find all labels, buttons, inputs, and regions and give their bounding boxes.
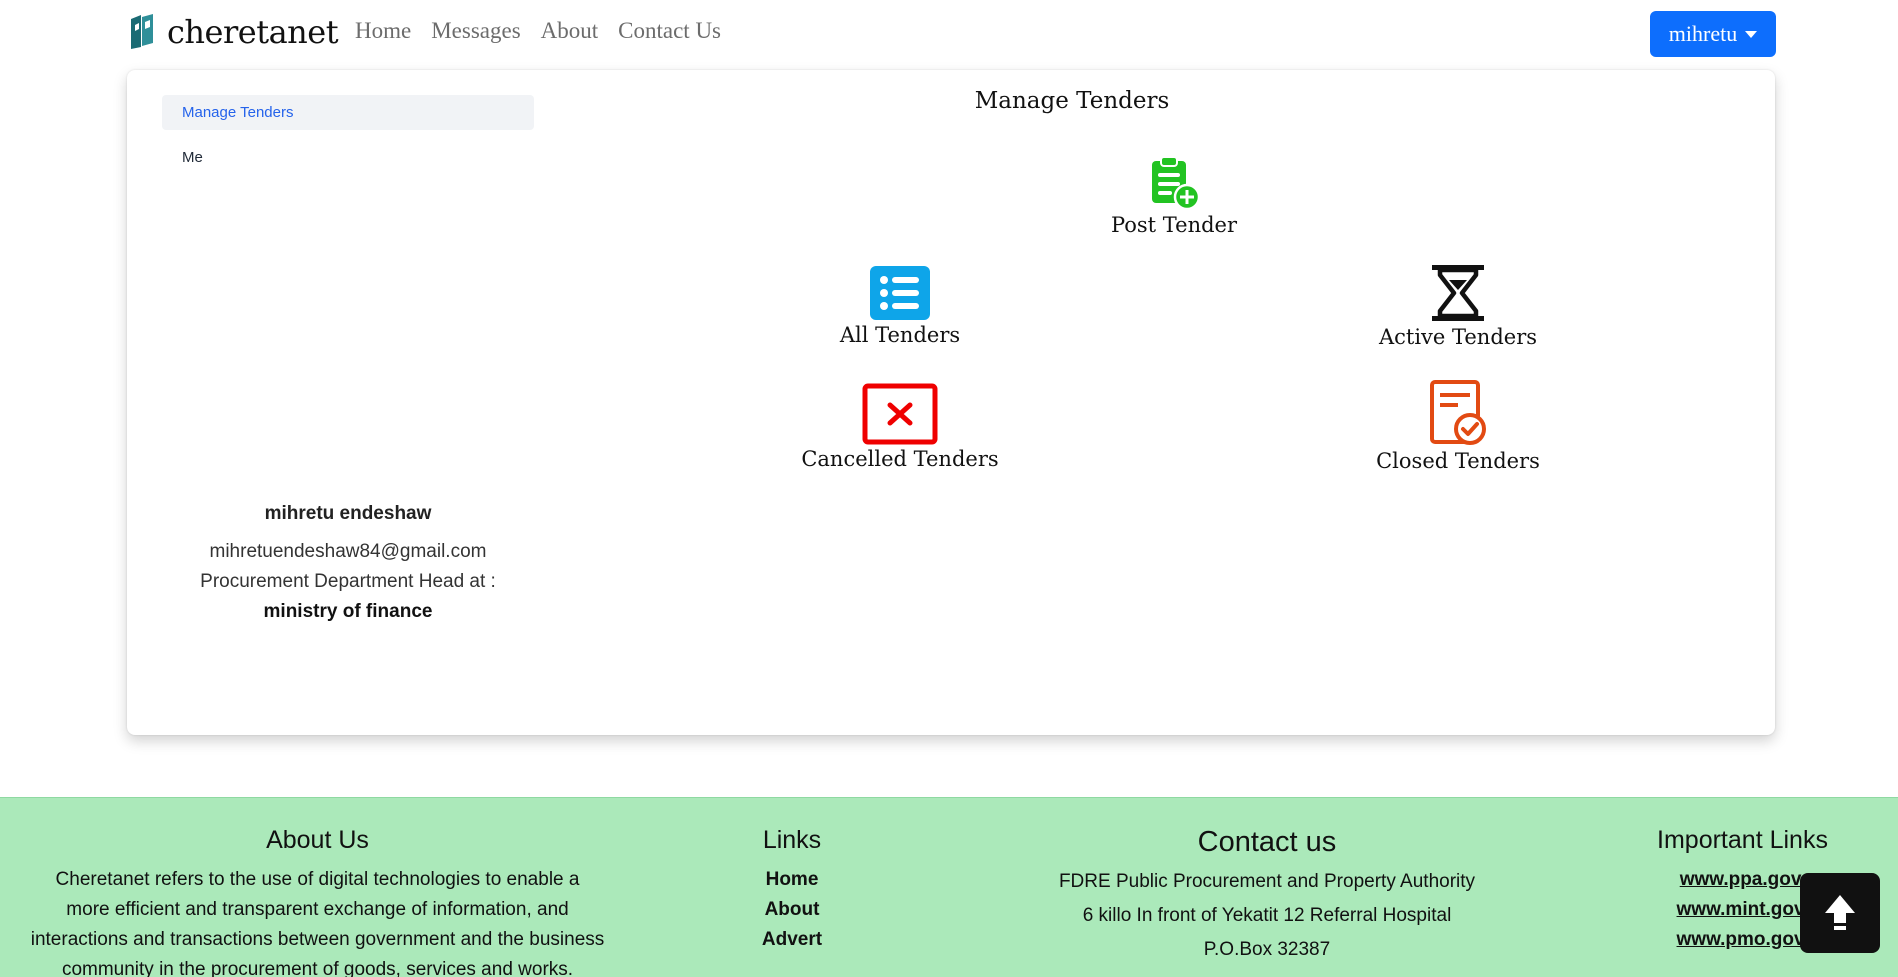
footer-important-title: Important Links — [1657, 826, 1828, 854]
user-name: mihretu — [1668, 21, 1738, 46]
scroll-to-top-button[interactable] — [1800, 873, 1880, 953]
cancelled-tenders-tile[interactable]: Cancelled Tenders — [775, 383, 1025, 471]
footer-about-title: About Us — [266, 826, 369, 854]
profile-name: mihretu endeshaw — [264, 503, 432, 524]
footer-about-line-1: Cheretanet refers to the use of digital … — [55, 869, 580, 890]
arrow-up-icon — [1825, 895, 1855, 930]
nav-contact[interactable]: Contact Us — [618, 18, 721, 44]
cancelled-tenders-label: Cancelled Tenders — [801, 447, 999, 471]
footer-links: Links Home About Advert — [692, 826, 892, 955]
footer-contact-line-1: FDRE Public Procurement and Property Aut… — [1058, 871, 1476, 892]
active-tenders-label: Active Tenders — [1378, 325, 1538, 349]
footer-contact-line-2: 6 killo In front of Yekatit 12 Referral … — [1082, 905, 1452, 926]
profile-role: Procurement Department Head at : — [200, 571, 496, 592]
closed-tenders-label: Closed Tenders — [1376, 449, 1540, 473]
footer-link-about[interactable]: About — [692, 895, 892, 925]
hourglass-icon — [1432, 265, 1484, 321]
cancel-x-icon — [862, 383, 938, 445]
nav-links: Home Messages About Contact Us — [355, 18, 721, 44]
sidebar-item-manage-tenders[interactable]: Manage Tenders — [162, 95, 534, 130]
footer-contact: Contact us FDRE Public Procurement and P… — [1017, 826, 1517, 967]
footer-link-advert[interactable]: Advert — [692, 925, 892, 955]
profile-card: mihretu endeshaw mihretuendeshaw84@gmail… — [162, 503, 534, 627]
all-tenders-tile[interactable]: All Tenders — [800, 265, 1000, 347]
footer-about-line-3: interactions and transactions between go… — [30, 929, 605, 950]
footer-contact-line-3: P.O.Box 32387 — [1203, 939, 1331, 960]
footer-contact-title: Contact us — [1197, 826, 1337, 858]
footer-about: About Us Cheretanet refers to the use of… — [0, 826, 635, 977]
footer-about-line-2: more efficient and transparent exchange … — [66, 899, 569, 920]
clipboard-add-icon — [1152, 156, 1201, 211]
brand-name: cheretanet — [167, 13, 339, 51]
user-menu-button[interactable]: mihretu — [1650, 11, 1776, 57]
nav-home[interactable]: Home — [355, 18, 411, 44]
page-title: Manage Tenders — [974, 88, 1170, 114]
caret-down-icon — [1745, 30, 1758, 38]
footer: About Us Cheretanet refers to the use of… — [0, 797, 1898, 977]
document-check-icon — [1430, 380, 1486, 445]
post-tender-label: Post Tender — [1110, 213, 1238, 237]
footer-about-line-4: community in the procurement of goods, s… — [61, 959, 574, 977]
profile-organization: ministry of finance — [263, 601, 433, 622]
nav-about[interactable]: About — [541, 18, 599, 44]
main-card: Manage Tenders Me mihretu endeshaw mihre… — [127, 70, 1775, 735]
all-tenders-label: All Tenders — [839, 323, 961, 347]
active-tenders-tile[interactable]: Active Tenders — [1348, 263, 1568, 349]
footer-links-title: Links — [762, 826, 822, 854]
closed-tenders-tile[interactable]: Closed Tenders — [1333, 379, 1583, 473]
nav-messages[interactable]: Messages — [431, 18, 520, 44]
sidebar: Manage Tenders Me — [162, 95, 534, 175]
navbar: cheretanet Home Messages About Contact U… — [0, 0, 1898, 68]
sidebar-item-me[interactable]: Me — [162, 140, 534, 175]
post-tender-tile[interactable]: Post Tender — [1094, 155, 1254, 237]
footer-link-home[interactable]: Home — [692, 865, 892, 895]
brand[interactable]: cheretanet — [127, 13, 339, 51]
list-icon — [870, 266, 930, 320]
profile-email: mihretuendeshaw84@gmail.com — [209, 541, 487, 562]
brand-logo-icon — [131, 14, 153, 49]
